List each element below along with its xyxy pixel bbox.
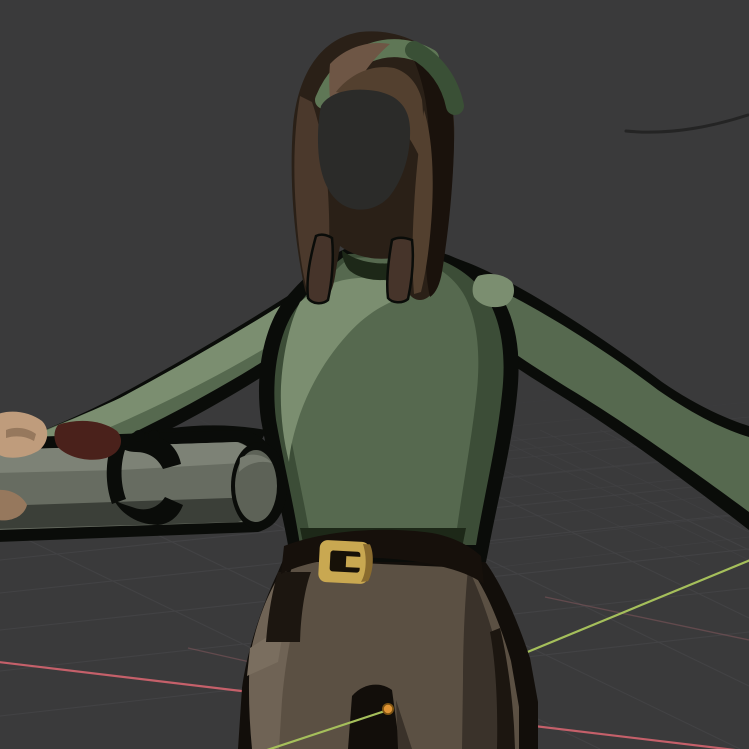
viewport-canvas[interactable] bbox=[0, 0, 749, 749]
origin-dot bbox=[384, 705, 392, 713]
grip-knuckle bbox=[148, 430, 160, 442]
pants bbox=[238, 548, 538, 749]
object-origin-marker[interactable] bbox=[382, 703, 394, 715]
viewport-3d[interactable] bbox=[0, 0, 749, 749]
buckle-tab bbox=[346, 556, 363, 568]
hair-strand-right bbox=[387, 238, 413, 303]
grip-knuckle bbox=[133, 430, 145, 442]
pants-crotch-shadow bbox=[348, 685, 400, 749]
